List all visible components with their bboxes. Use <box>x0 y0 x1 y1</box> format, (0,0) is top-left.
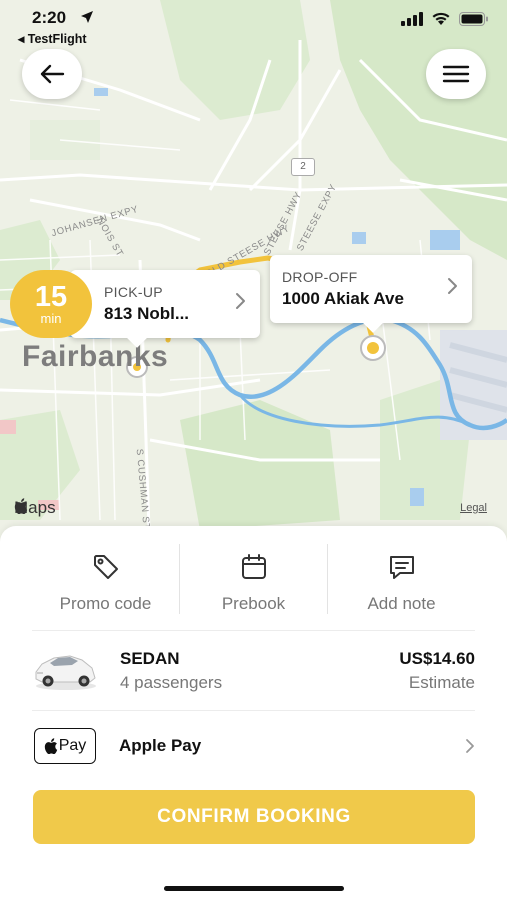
chevron-right-icon <box>448 278 457 294</box>
apple-pay-badge: Pay <box>34 728 96 764</box>
prebook-label: Prebook <box>221 594 286 613</box>
dropoff-address: 1000 Akiak Ave <box>282 289 404 308</box>
vehicle-option-row[interactable]: SEDAN 4 passengers US$14.60 Estimate <box>32 642 475 702</box>
wifi-icon <box>432 12 450 25</box>
battery-icon <box>459 12 488 26</box>
eta-unit: min <box>40 311 62 326</box>
prebook-button[interactable]: Prebook <box>179 544 327 614</box>
hamburger-menu-icon <box>442 65 470 83</box>
apple-maps-logo: Maps <box>14 498 56 518</box>
confirm-booking-button[interactable]: CONFIRM BOOKING <box>33 790 475 844</box>
eta-value: 15 <box>34 281 68 313</box>
home-indicator <box>164 886 344 891</box>
apple-pay-badge-text: Pay <box>58 737 87 754</box>
menu-button[interactable] <box>426 49 486 99</box>
fare-estimate-note: Estimate <box>408 673 475 692</box>
arrow-left-icon <box>40 64 65 84</box>
dropoff-callout[interactable]: DROP-OFF 1000 Akiak Ave <box>270 255 472 333</box>
legal-link[interactable]: Legal <box>460 502 487 514</box>
back-button[interactable] <box>22 49 82 99</box>
route-shield: 2 <box>291 158 315 176</box>
status-icons <box>401 12 489 26</box>
fare-price: US$14.60 <box>399 649 475 668</box>
apple-logo-icon <box>14 498 28 514</box>
vehicle-passengers: 4 passengers <box>120 673 223 692</box>
divider <box>32 630 475 631</box>
divider <box>32 710 475 711</box>
signal-icon <box>401 12 423 26</box>
payment-method-name: Apple Pay <box>119 736 202 755</box>
pickup-callout[interactable]: PICK-UP 813 Nobl... <box>70 270 260 348</box>
tag-icon <box>93 555 118 579</box>
eta-badge: 15 min <box>10 270 92 338</box>
add-note-label: Add note <box>367 594 436 613</box>
promo-code-label: Promo code <box>59 594 152 613</box>
note-icon <box>389 556 414 579</box>
apple-logo-icon <box>44 738 57 754</box>
vehicle-type: SEDAN <box>120 649 180 668</box>
location-arrow-icon <box>81 11 93 23</box>
calendar-icon <box>241 554 266 579</box>
back-to-app-link[interactable]: ◂ TestFlight <box>18 31 87 46</box>
chevron-right-icon <box>236 293 245 309</box>
promo-code-button[interactable]: Promo code <box>32 544 179 614</box>
dropoff-label: DROP-OFF <box>282 269 358 285</box>
chevron-right-icon <box>466 739 474 753</box>
status-bar: 2:20 ◂ TestFlight <box>0 0 507 50</box>
map-city-label: Fairbanks <box>22 340 169 373</box>
trip-actions-row: Promo code Prebook Add note <box>32 544 475 614</box>
booking-sheet: Promo code Prebook Add note SEDAN 4 pass… <box>0 526 507 900</box>
add-note-button[interactable]: Add note <box>327 544 475 614</box>
status-time: 2:20 <box>32 8 67 27</box>
payment-method-row[interactable]: Pay Apple Pay <box>32 726 475 766</box>
sedan-car-image <box>35 655 96 690</box>
